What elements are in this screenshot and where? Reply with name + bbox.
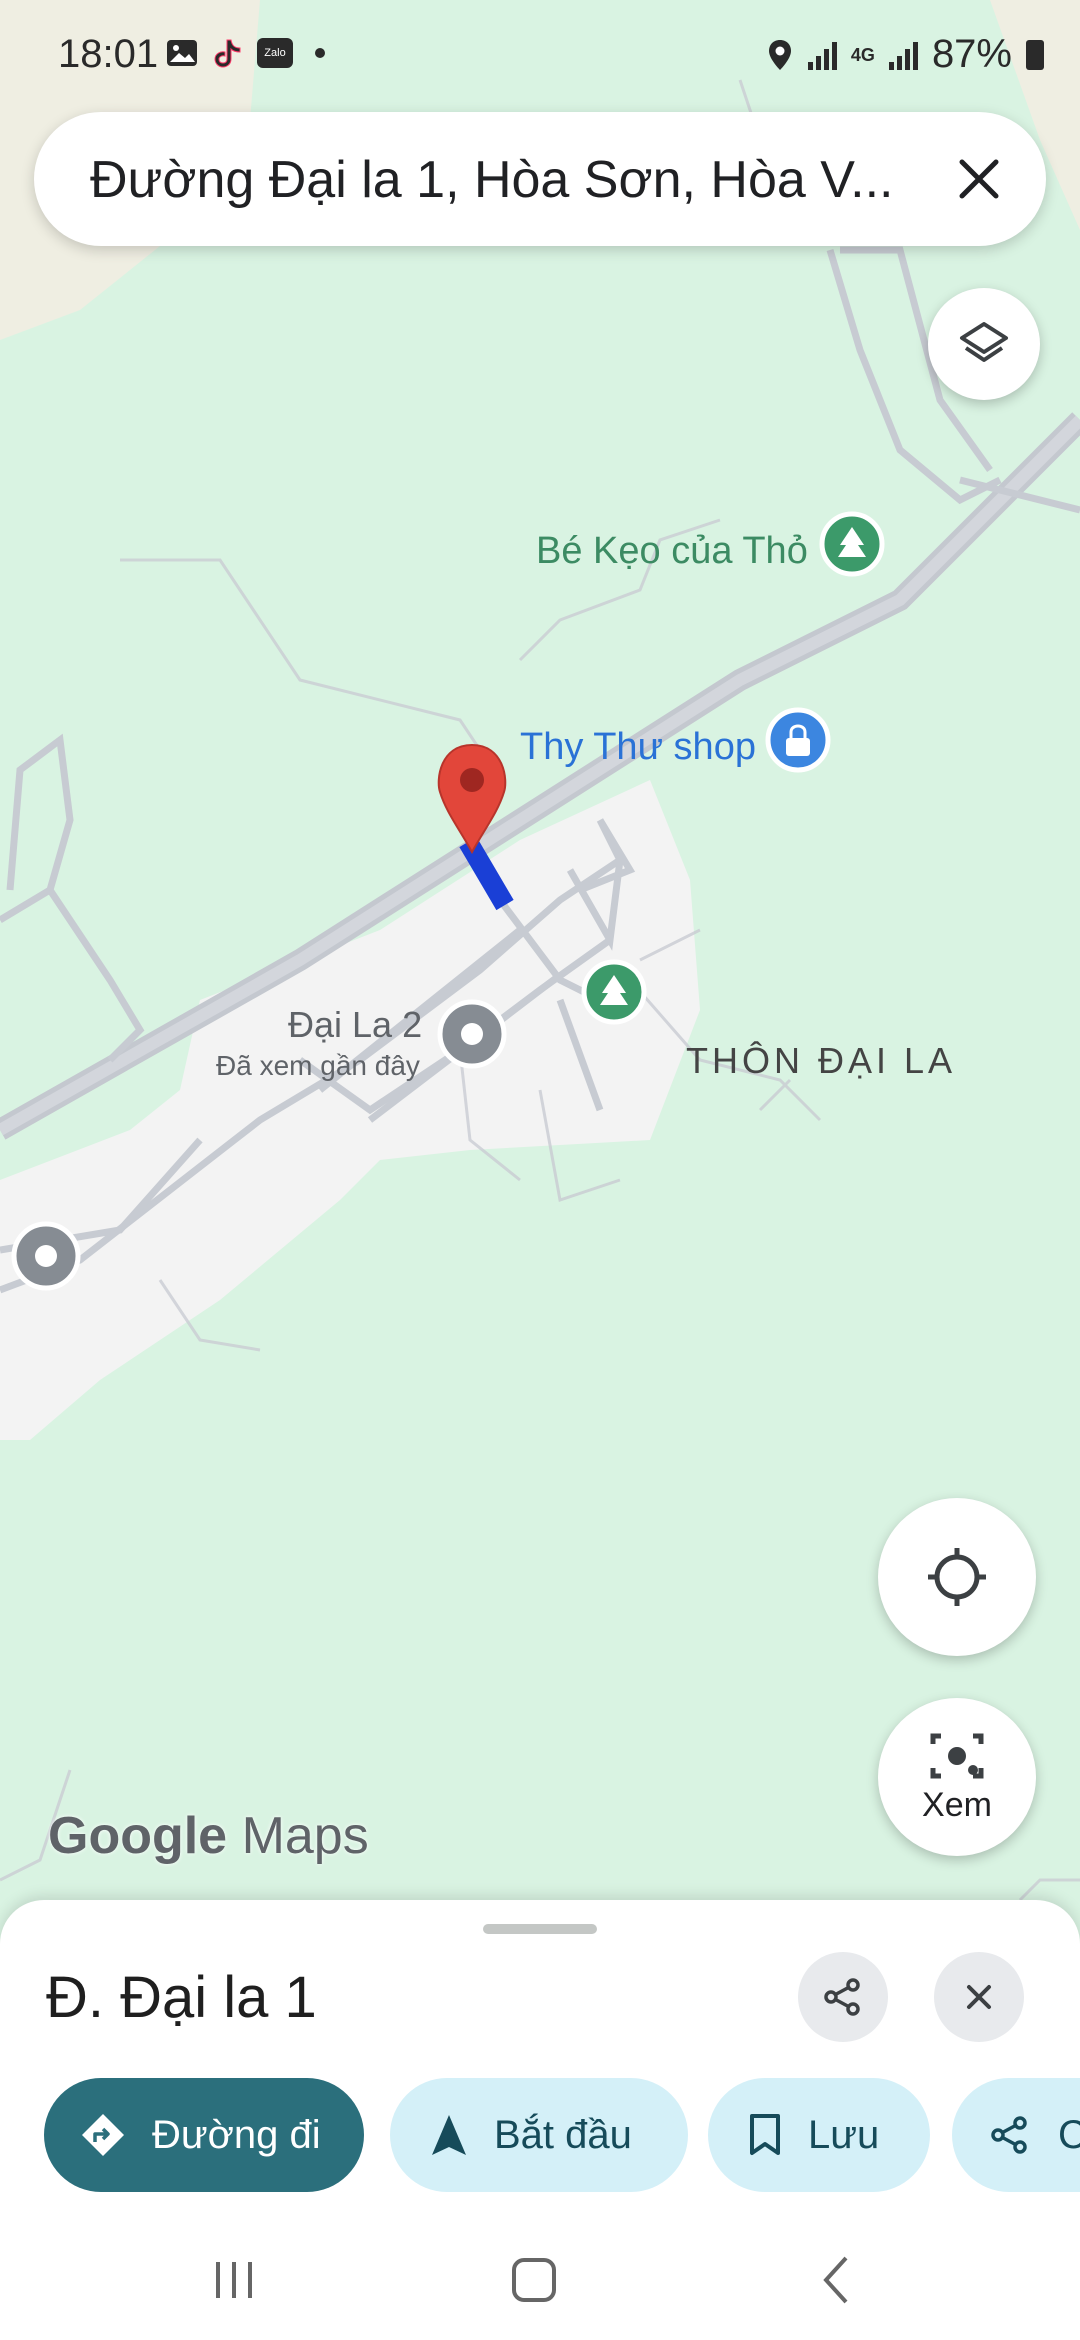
sheet-drag-handle[interactable] [483, 1924, 597, 1934]
place-label-dai-la-2[interactable]: Đại La 2 [288, 1004, 422, 1046]
place-title: Đ. Đại la 1 [46, 1965, 317, 2030]
signal-icon [807, 40, 837, 70]
close-icon [967, 1985, 991, 2009]
crosshair-icon [928, 1548, 986, 1606]
bookmark-icon [750, 2114, 780, 2155]
maps-logo-text: Maps [241, 1807, 369, 1865]
share-icon [991, 2116, 1027, 2154]
share-icon [824, 1978, 860, 2016]
layers-icon [960, 322, 1008, 362]
directions-chip-label: Đường đi [152, 2112, 321, 2157]
park-marker-icon[interactable] [819, 511, 885, 577]
status-time: 18:01 [58, 32, 159, 76]
google-maps-logo: Google Maps [48, 1806, 369, 1866]
status-bar: 18:01 Zalo 4G 87% [0, 0, 1080, 110]
status-notification-icons: Zalo [165, 36, 325, 70]
battery-icon [1026, 39, 1044, 70]
search-input[interactable]: Đường Đại la 1, Hòa Sơn, Hòa V... [90, 150, 930, 210]
my-location-button[interactable] [878, 1498, 1036, 1656]
tiktok-icon [214, 39, 241, 68]
place-sublabel-recently-viewed: Đã xem gần đây [216, 1050, 420, 1081]
action-chips-row[interactable]: Đường đi Bắt đầu Lưu C [44, 2078, 1080, 2192]
place-marker-icon[interactable] [11, 1221, 81, 1291]
layers-button[interactable] [928, 288, 1040, 400]
search-bar[interactable]: Đường Đại la 1, Hòa Sơn, Hòa V... [34, 112, 1046, 246]
start-navigation-chip[interactable]: Bắt đầu [390, 2078, 688, 2192]
share-button[interactable] [798, 1952, 888, 2042]
network-type: 4G [850, 44, 875, 65]
status-system-icons: 4G 87% [766, 32, 1044, 77]
visited-place-marker-icon[interactable] [437, 999, 507, 1069]
battery-percent: 87% [931, 32, 1012, 76]
zalo-icon: Zalo [257, 38, 293, 68]
close-icon[interactable] [952, 152, 1006, 206]
start-chip-label: Bắt đầu [494, 2112, 632, 2157]
share-chip-label: C [1058, 2112, 1080, 2157]
image-icon [167, 40, 197, 66]
location-icon [768, 39, 791, 70]
directions-chip[interactable]: Đường đi [44, 2078, 364, 2192]
back-icon[interactable] [808, 2250, 868, 2310]
navigation-arrow-icon [432, 2115, 466, 2155]
camera-icon [930, 1733, 984, 1778]
signal-icon [888, 40, 918, 70]
google-logo-text: Google [48, 1807, 228, 1865]
place-label-be-keo[interactable]: Bé Kẹo của Thỏ [536, 530, 808, 573]
save-chip[interactable]: Lưu [708, 2078, 930, 2192]
park-marker-icon[interactable] [581, 959, 647, 1025]
lens-button-label: Xem [922, 1785, 992, 1824]
close-sheet-button[interactable] [934, 1952, 1024, 2042]
place-label-thy-thu-shop[interactable]: Thy Thư shop [520, 726, 756, 769]
home-icon[interactable] [504, 2250, 564, 2310]
directions-icon [82, 2114, 124, 2156]
save-chip-label: Lưu [808, 2112, 880, 2157]
system-navigation-bar [0, 2220, 1080, 2340]
more-notifications-dot [315, 48, 325, 58]
recent-apps-icon[interactable] [204, 2250, 264, 2310]
shopping-bag-icon[interactable] [765, 707, 831, 773]
share-chip[interactable]: C [952, 2078, 1080, 2192]
area-label-thon-dai-la: THÔN ĐẠI LA [686, 1040, 957, 1081]
lens-view-button[interactable]: Xem [878, 1698, 1036, 1856]
